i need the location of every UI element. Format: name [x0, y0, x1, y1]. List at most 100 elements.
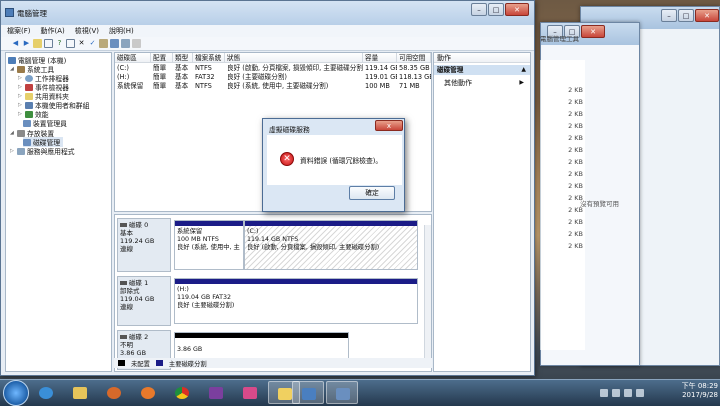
col-layout[interactable]: 配置 [151, 53, 173, 63]
performance-icon [25, 110, 33, 118]
volume-icon[interactable] [636, 389, 644, 397]
dialog-close-button[interactable]: x [375, 120, 403, 131]
more-actions-item[interactable]: 其他動作 ▶ [444, 78, 530, 88]
menu-action[interactable]: 動作(A) [41, 26, 65, 36]
users-icon [25, 101, 33, 109]
tree-item-device-manager[interactable]: 裝置管理員 [23, 118, 67, 128]
size-cell: 2 KB [568, 146, 583, 154]
minimize-button[interactable]: – [661, 9, 677, 22]
close-button[interactable]: ✕ [505, 3, 529, 16]
taskbar-firefox[interactable] [132, 381, 164, 404]
disk-type: 不明 [120, 341, 133, 349]
taskbar-ie[interactable] [30, 381, 62, 404]
expand-arrow-icon[interactable]: ▷ [18, 84, 23, 90]
collapse-arrow-icon[interactable]: ◢ [10, 66, 15, 72]
refresh-icon[interactable] [132, 39, 141, 48]
volume-row-cell: 100 MB [365, 82, 390, 90]
folder-icon[interactable] [99, 39, 108, 48]
col-type[interactable]: 類型 [173, 53, 193, 63]
volume-row-cell: 基本 [175, 73, 189, 81]
maximize-button[interactable]: □ [678, 9, 694, 22]
title-bar[interactable]: 電腦管理 – □ ✕ [1, 1, 534, 25]
partition-c[interactable]: (C:) 119.14 GB NTFS 良好 (啟動, 分頁檔案, 損毀傾印, 主要… [244, 220, 418, 270]
size-column: 2 KB 2 KB 2 KB 2 KB 2 KB 2 KB 2 KB 2 KB 2 KB 2 KB… [540, 60, 585, 350]
legend-unallocated: 未配置 [131, 360, 150, 368]
maximize-button[interactable]: □ [488, 3, 504, 16]
expand-arrow-icon[interactable]: ▷ [18, 75, 23, 81]
taskbar-app[interactable] [200, 381, 232, 404]
taskbar-explorer[interactable] [64, 381, 96, 404]
close-button[interactable]: ✕ [581, 25, 605, 38]
menu-view[interactable]: 檢視(V) [75, 26, 99, 36]
ok-button[interactable]: 確定 [349, 186, 395, 200]
taskbar-computer-management[interactable] [326, 381, 358, 404]
more-actions-label: 其他動作 [444, 79, 472, 87]
col-free-space[interactable]: 可用空間 [397, 53, 431, 63]
col-status[interactable]: 狀態 [225, 53, 363, 63]
settings-icon[interactable] [121, 39, 130, 48]
expand-arrow-icon[interactable]: ▷ [18, 102, 23, 108]
folder-icon [73, 387, 87, 399]
close-button[interactable]: ✕ [695, 9, 719, 22]
clock[interactable]: 下午 08:29 2017/9/28 [662, 382, 718, 400]
disk-1-label[interactable]: 磁碟 1 卸除式 119.04 GB 連線 [117, 276, 171, 326]
disk-size: 3.86 GB [120, 349, 147, 357]
col-volume[interactable]: 磁碟區 [115, 53, 151, 63]
taskbar-paint[interactable] [234, 381, 266, 404]
volume-row-name[interactable]: (H:) [115, 73, 151, 82]
disk-0-label[interactable]: 磁碟 0 基本 119.24 GB 連線 [117, 218, 171, 272]
forward-icon[interactable]: ▶ [22, 39, 31, 48]
clock-date: 2017/9/28 [682, 391, 718, 399]
actions-pane: 動作 磁碟管理 ▲ 其他動作 ▶ [433, 52, 531, 372]
delete-icon[interactable]: ✕ [77, 39, 86, 48]
minimize-button[interactable]: – [471, 3, 487, 16]
window-controls[interactable]: – □ ✕ [471, 3, 529, 17]
volume-row-cell: 良好 (系統, 使用中, 主要磁碟分割) [227, 82, 329, 90]
back-icon[interactable]: ◀ [11, 39, 20, 48]
network-icon[interactable] [624, 389, 632, 397]
size-cell: 2 KB [568, 122, 583, 130]
expand-arrow-icon[interactable]: ▷ [18, 111, 23, 117]
size-cell: 2 KB [568, 182, 583, 190]
disk-type: 基本 [120, 229, 133, 237]
taskbar-chrome[interactable] [166, 381, 198, 404]
collapse-icon[interactable]: ▲ [521, 65, 526, 75]
tray-icon-1[interactable] [600, 389, 608, 397]
photo-icon [278, 388, 292, 400]
tray-icon-2[interactable] [612, 389, 620, 397]
disk-icon[interactable] [110, 39, 119, 48]
properties-icon[interactable] [66, 39, 75, 48]
window-controls[interactable]: – □ ✕ [661, 9, 719, 23]
disk-map-scrollbar[interactable] [424, 225, 431, 365]
menu-file[interactable]: 檔案(F) [7, 26, 31, 36]
taskbar-remote[interactable] [292, 381, 324, 404]
actions-header: 動作 [434, 53, 530, 63]
volume-row-name[interactable]: 系統保留 [115, 82, 151, 91]
help-icon[interactable]: ? [55, 39, 64, 48]
col-filesystem[interactable]: 檔案系統 [193, 53, 225, 63]
col-capacity[interactable]: 容量 [363, 53, 397, 63]
collapse-arrow-icon[interactable]: ◢ [10, 130, 15, 136]
actions-section-disk-management[interactable]: 磁碟管理 ▲ [434, 65, 530, 75]
up-folder-icon[interactable] [33, 39, 42, 48]
partition-status: 良好 (啟動, 分頁檔案, 損毀傾印, 主要磁碟分割) [247, 244, 380, 251]
navigation-tree: 電腦管理 (本機) ◢ 系統工具 ▷ 工作排程器 ▷ 事件檢視器 ▷ 共用資料夾 ▷ 本機… [5, 52, 112, 372]
show-hide-tree-icon[interactable] [44, 39, 53, 48]
expand-arrow-icon[interactable]: ▷ [18, 93, 23, 99]
expand-arrow-icon[interactable]: ▷ [10, 148, 15, 154]
taskbar-media[interactable] [98, 381, 130, 404]
tree-item-services[interactable]: ▷ 服務與應用程式 [10, 146, 75, 156]
disk-icon [120, 335, 127, 339]
partition-system-reserved[interactable]: 系統保留 100 MB NTFS 良好 (系統, 使用中, 主 [174, 220, 244, 270]
menu-bar: 檔案(F) 動作(A) 檢視(V) 說明(H) [1, 25, 534, 37]
background-title: 電腦管理工具 [540, 35, 579, 43]
start-button[interactable] [3, 380, 29, 406]
menu-help[interactable]: 說明(H) [109, 26, 134, 36]
unallocated-bar [175, 333, 348, 338]
partition-status: 良好 (主要磁碟分割) [177, 302, 235, 309]
size-cell: 2 KB [568, 242, 583, 250]
checkmark-icon[interactable]: ✓ [88, 39, 97, 48]
volume-row-cell: 58.35 GB [399, 64, 430, 72]
partition-h[interactable]: (H:) 119.04 GB FAT32 良好 (主要磁碟分割) [174, 278, 418, 324]
volume-row-name[interactable]: (C:) [115, 64, 151, 73]
